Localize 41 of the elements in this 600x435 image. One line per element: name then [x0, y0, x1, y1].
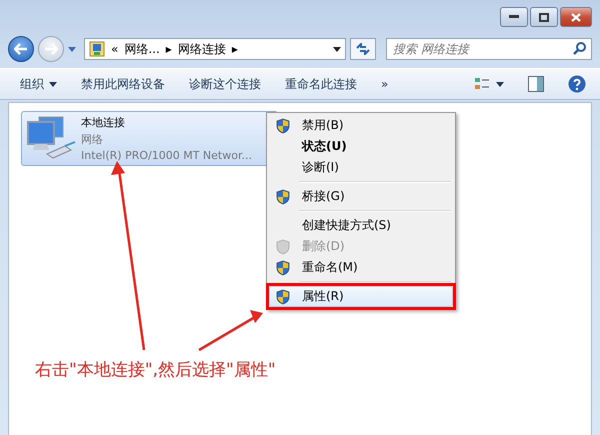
back-button[interactable]	[8, 36, 34, 62]
refresh-icon	[355, 43, 371, 55]
menu-item[interactable]: 创建快捷方式(S)	[269, 215, 453, 236]
toolbar-button[interactable]: 组织	[20, 76, 57, 92]
adapter-label: Intel(R) PRO/1000 MT Networ...	[81, 149, 252, 162]
refresh-button[interactable]	[350, 38, 376, 60]
arrow	[198, 310, 263, 352]
view-options-icon[interactable]	[474, 77, 504, 91]
maximize-icon	[539, 12, 549, 22]
breadcrumb[interactable]: 网络...	[124, 40, 160, 58]
arrow-left-icon	[14, 43, 28, 55]
network-label: 网络	[81, 132, 104, 147]
network-folder-icon	[89, 41, 105, 57]
dropdown-icon[interactable]	[333, 46, 341, 52]
menu-item[interactable]: 属性(R)	[269, 286, 453, 307]
arrow-right-icon	[44, 43, 58, 55]
breadcrumb[interactable]: 网络连接	[178, 40, 226, 58]
connection-item[interactable]: 本地连接 网络 Intel(R) PRO/1000 MT Networ...	[21, 111, 278, 166]
help-icon[interactable]	[568, 75, 586, 93]
close-button[interactable]	[560, 7, 592, 27]
minimize-button[interactable]	[500, 7, 528, 27]
network-adapter-icon	[25, 114, 77, 160]
toolbar-button[interactable]: 诊断这个连接	[189, 76, 261, 92]
annotation-text: 右击"本地连接",然后选择"属性"	[35, 359, 276, 381]
breadcrumb-separator[interactable]: ▸	[232, 42, 238, 56]
caret-icon[interactable]	[68, 46, 76, 52]
menu-item[interactable]: 桥接(G)	[269, 186, 453, 207]
preview-pane-icon[interactable]	[528, 76, 544, 92]
toolbar-button[interactable]: 重命名此连接	[285, 76, 357, 92]
toolbar-button[interactable]: 禁用此网络设备	[81, 76, 165, 92]
maximize-button[interactable]	[530, 7, 558, 27]
breadcrumb-separator[interactable]: ▸	[166, 42, 172, 56]
menu-item[interactable]: 重命名(M)	[269, 257, 453, 278]
close-icon	[571, 12, 581, 22]
breadcrumb-chevron[interactable]: «	[111, 42, 118, 56]
address-bar[interactable]: « 网络... ▸ 网络连接 ▸	[84, 38, 346, 60]
minimize-icon	[509, 15, 519, 19]
search-icon[interactable]	[573, 42, 586, 55]
connection-name: 本地连接	[81, 115, 126, 130]
search-field[interactable]: 搜索 网络连接	[386, 38, 592, 60]
more-button[interactable]: »	[381, 77, 388, 91]
